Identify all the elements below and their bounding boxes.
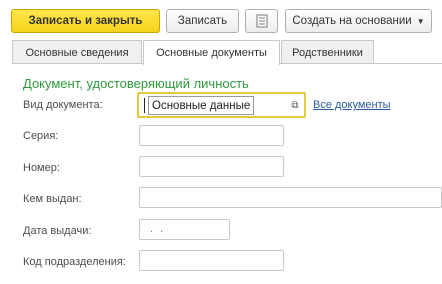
- save-and-close-button[interactable]: Записать и закрыть: [11, 9, 160, 33]
- doc-kind-field[interactable]: Основные данные ⧉: [137, 92, 306, 118]
- issue-date-label: Дата выдачи:: [23, 225, 92, 237]
- open-icon[interactable]: ⧉: [289, 98, 301, 112]
- create-based-on-button[interactable]: Создать на основании ▼: [285, 9, 432, 33]
- tab-main-documents[interactable]: Основные документы: [143, 40, 280, 65]
- doc-kind-value: Основные данные: [148, 96, 255, 115]
- dept-code-field[interactable]: [139, 250, 284, 271]
- tab-bar: Основные сведения Основные документы Род…: [12, 40, 442, 65]
- tab-relatives[interactable]: Родственники: [281, 40, 374, 64]
- create-based-on-label: Создать на основании: [292, 15, 412, 27]
- report-button[interactable]: [245, 9, 278, 33]
- toolbar: Записать и закрыть Записать Создать на о…: [0, 0, 442, 40]
- number-field[interactable]: [139, 156, 284, 177]
- tab-main-info[interactable]: Основные сведения: [12, 40, 142, 64]
- section-title: Документ, удостоверяющий личность: [23, 76, 249, 91]
- doc-kind-label: Вид документа:: [23, 99, 103, 111]
- issued-by-field[interactable]: [139, 187, 442, 208]
- all-documents-link[interactable]: Все документы: [313, 99, 391, 111]
- chevron-down-icon: ▼: [416, 16, 425, 26]
- dept-code-label: Код подразделения:: [23, 256, 126, 268]
- series-label: Серия:: [23, 130, 59, 142]
- series-field[interactable]: [139, 125, 284, 146]
- issued-by-label: Кем выдан:: [23, 193, 82, 205]
- number-label: Номер:: [23, 162, 60, 174]
- text-cursor: [144, 98, 145, 113]
- document-list-icon: [256, 14, 267, 28]
- issue-date-field[interactable]: . .: [139, 219, 230, 240]
- issue-date-value: . .: [150, 223, 166, 235]
- save-button[interactable]: Записать: [166, 9, 239, 33]
